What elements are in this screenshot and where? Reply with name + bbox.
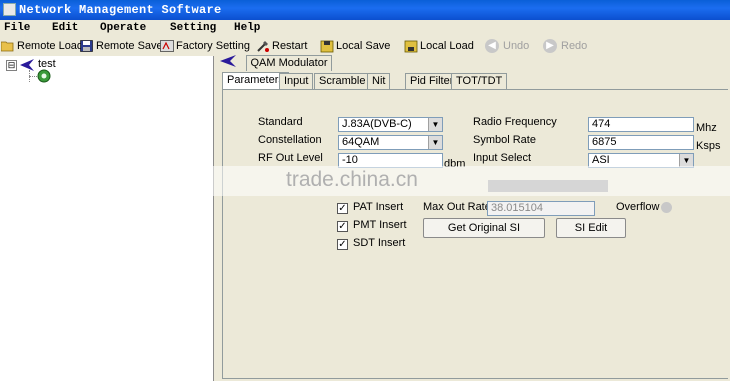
obscured-field [488, 180, 608, 192]
window-title: Network Management Software [19, 3, 222, 17]
max-out-rate-field: 38.015104 [487, 201, 595, 216]
local-load-icon [404, 40, 418, 53]
restart-label: Restart [272, 40, 308, 52]
restart-tools-icon [256, 40, 269, 52]
radio-frequency-label: Radio Frequency [473, 116, 557, 128]
undo-arrow-icon: ◀ [485, 39, 499, 53]
standard-value: J.83A(DVB-C) [342, 118, 412, 130]
menu-bar: File Edit Operate Setting Help [0, 20, 730, 36]
constellation-value: 64QAM [342, 136, 380, 148]
factory-setting-button[interactable]: Factory Setting [160, 38, 250, 54]
symbol-rate-label: Symbol Rate [473, 134, 536, 146]
module-back-arrow-icon[interactable] [220, 55, 238, 70]
frequency-unit-label: Mhz [696, 122, 717, 134]
local-load-button[interactable]: Local Load [404, 38, 474, 54]
watermark-band: trade.china.cn [0, 166, 730, 196]
watermark-text: trade.china.cn [286, 168, 418, 191]
local-save-button[interactable]: Local Save [320, 38, 390, 54]
get-original-si-button[interactable]: Get Original SI [423, 218, 545, 238]
overflow-label: Overflow [616, 201, 660, 213]
menu-operate[interactable]: Operate [100, 22, 146, 34]
radio-frequency-input[interactable]: 474 [588, 117, 694, 132]
local-save-icon [320, 40, 334, 53]
chevron-down-icon: ▼ [428, 136, 442, 149]
menu-file[interactable]: File [4, 22, 30, 34]
redo-label: Redo [561, 40, 588, 52]
tab-input[interactable]: Input [279, 73, 314, 89]
constellation-select[interactable]: 64QAM ▼ [338, 135, 443, 150]
symbol-rate-input[interactable]: 6875 [588, 135, 694, 150]
device-tree-panel: ⊟ test [0, 56, 214, 381]
overflow-indicator [661, 202, 672, 213]
max-out-rate-label: Max Out Rate [423, 201, 491, 213]
standard-select[interactable]: J.83A(DVB-C) ▼ [338, 117, 443, 132]
factory-setting-label: Factory Setting [176, 40, 250, 52]
remote-save-button[interactable]: Remote Save [80, 38, 163, 54]
tree-collapse-toggle[interactable]: ⊟ [6, 60, 17, 71]
tab-tot-tdt[interactable]: TOT/TDT [451, 73, 508, 89]
restart-button[interactable]: Restart [256, 38, 307, 54]
constellation-label: Constellation [258, 134, 322, 146]
sdt-insert-checkbox[interactable]: ✓ [337, 239, 348, 250]
local-save-label: Local Save [336, 40, 391, 52]
remote-save-label: Remote Save [96, 40, 163, 52]
remote-load-label: Remote Load [17, 40, 84, 52]
remote-load-button[interactable]: Remote Load [0, 38, 84, 54]
menu-setting[interactable]: Setting [170, 22, 216, 34]
pmt-insert-checkbox[interactable]: ✓ [337, 221, 348, 232]
back-arrow-icon [20, 59, 36, 74]
menu-help[interactable]: Help [234, 22, 260, 34]
pat-insert-label: PAT Insert [353, 201, 404, 213]
menu-edit[interactable]: Edit [52, 22, 78, 34]
app-icon [3, 3, 16, 16]
standard-label: Standard [258, 116, 303, 128]
undo-button[interactable]: ◀ Undo [485, 38, 529, 54]
input-select-label: Input Select [473, 152, 532, 164]
floppy-disk-icon [80, 40, 93, 52]
folder-open-icon [0, 40, 14, 52]
chevron-down-icon: ▼ [428, 118, 442, 131]
factory-settings-icon [160, 40, 174, 52]
rf-out-level-label: RF Out Level [258, 152, 323, 164]
undo-label: Undo [503, 40, 530, 52]
toolbar: Remote Load Remote Save Factory Setting … [0, 36, 730, 56]
pmt-insert-label: PMT Insert [353, 219, 407, 231]
redo-button[interactable]: ▶ Redo [543, 38, 587, 54]
local-load-label: Local Load [420, 40, 474, 52]
tree-line-h [29, 76, 37, 77]
si-edit-button[interactable]: SI Edit [556, 218, 626, 238]
module-title: QAM Modulator [246, 55, 332, 71]
tab-nit[interactable]: Nit [367, 73, 391, 89]
pat-insert-checkbox[interactable]: ✓ [337, 203, 348, 214]
tab-scramble[interactable]: Scramble [314, 73, 371, 89]
symbol-unit-label: Ksps [696, 140, 721, 152]
title-bar: Network Management Software [0, 0, 730, 20]
sdt-insert-label: SDT Insert [353, 237, 406, 249]
redo-arrow-icon: ▶ [543, 39, 557, 53]
device-node-icon[interactable] [37, 69, 51, 86]
